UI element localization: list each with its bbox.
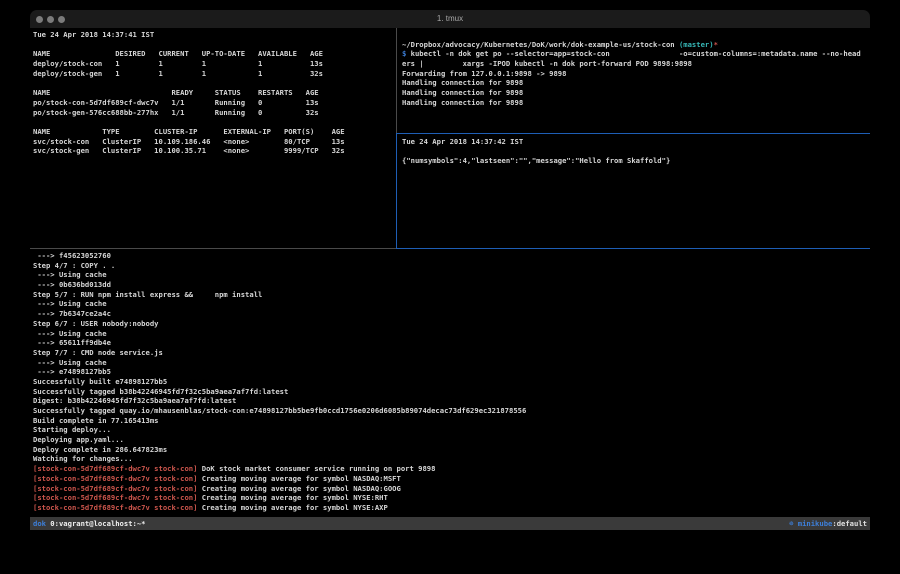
pane-divider-horizontal-active-top: [396, 133, 870, 134]
pane-divider-vertical-active: [396, 133, 397, 249]
terminal-line: ers | xargs -IPOD kubectl -n dok port-fo…: [402, 59, 870, 69]
terminal-line: Starting deploy...: [33, 425, 870, 435]
window-title: 1. tmux: [30, 10, 870, 28]
terminal-line: deploy/stock-con 1 1 1 1 13s: [33, 59, 396, 69]
kube-context: minikube: [798, 519, 833, 528]
kube-namespace: :default: [832, 519, 867, 528]
terminal-line: ---> f45623052760: [33, 251, 870, 261]
terminal-line: ---> Using cache: [33, 299, 870, 309]
pane-port-forward[interactable]: ~/Dropbox/advocacy/Kubernetes/DoK/work/d…: [397, 28, 870, 133]
terminal-line: [stock-con-5d7df689cf-dwc7v stock-con] C…: [33, 493, 870, 503]
pane-kubectl-resources[interactable]: Tue 24 Apr 2018 14:37:41 IST NAME DESIRE…: [30, 28, 396, 248]
terminal-line: deploy/stock-gen 1 1 1 1 32s: [33, 69, 396, 79]
pane-skaffold-log[interactable]: ---> f45623052760Step 4/7 : COPY . . ---…: [30, 249, 870, 517]
terminal-line: po/stock-con-5d7df689cf-dwc7v 1/1 Runnin…: [33, 98, 396, 108]
terminal-line: [stock-con-5d7df689cf-dwc7v stock-con] D…: [33, 464, 870, 474]
tmux-status-bar: dok 0:vagrant@localhost:~* ☸ minikube:de…: [30, 517, 870, 530]
terminal-line: {"numsymbols":4,"lastseen":"","message":…: [402, 156, 870, 166]
terminal-line: po/stock-gen-576cc688bb-277hx 1/1 Runnin…: [33, 108, 396, 118]
terminal-line: Successfully tagged quay.io/mhausenblas/…: [33, 406, 870, 416]
terminal-line: [stock-con-5d7df689cf-dwc7v stock-con] C…: [33, 474, 870, 484]
terminal-line: Handling connection for 9898: [402, 78, 870, 88]
terminal-line: Step 4/7 : COPY . .: [33, 261, 870, 271]
status-left: dok 0:vagrant@localhost:~*: [33, 517, 150, 530]
terminal-line: Handling connection for 9898: [402, 98, 870, 108]
pane-service-watch[interactable]: Tue 24 Apr 2018 14:37:42 IST {"numsymbol…: [397, 134, 870, 248]
pane-kubectl-resources-text: Tue 24 Apr 2018 14:37:41 IST NAME DESIRE…: [30, 28, 396, 156]
terminal-line: [33, 78, 396, 88]
pane-divider-horizontal-inactive: [30, 248, 396, 249]
terminal-line: Watching for changes...: [33, 454, 870, 464]
terminal-line: Digest: b38b42246945fd7f32c5ba9aea7af7fd…: [33, 396, 870, 406]
terminal-line: Build complete in 77.165413ms: [33, 416, 870, 426]
terminal-line: svc/stock-con ClusterIP 10.109.186.46 <n…: [33, 137, 396, 147]
terminal-line: [402, 147, 870, 157]
window-tab[interactable]: 0:vagrant@localhost:~*: [46, 519, 150, 528]
status-right: ☸ minikube:default: [789, 517, 867, 530]
terminal-line: [402, 30, 870, 40]
pane-skaffold-log-text: ---> f45623052760Step 4/7 : COPY . . ---…: [30, 249, 870, 513]
terminal-line: Handling connection for 9898: [402, 88, 870, 98]
terminal-line: NAME TYPE CLUSTER-IP EXTERNAL-IP PORT(S)…: [33, 127, 396, 137]
terminal-line: Forwarding from 127.0.0.1:9898 -> 9898: [402, 69, 870, 79]
terminal-line: ---> e74898127bb5: [33, 367, 870, 377]
terminal-line: Tue 24 Apr 2018 14:37:42 IST: [402, 137, 870, 147]
terminal-line: Deploying app.yaml...: [33, 435, 870, 445]
kubernetes-helm-icon: ☸: [789, 519, 798, 528]
window-titlebar[interactable]: 1. tmux: [30, 10, 870, 29]
terminal-line: ---> Using cache: [33, 358, 870, 368]
terminal-line: $ kubectl -n dok get po --selector=app=s…: [402, 49, 870, 59]
pane-port-forward-text: ~/Dropbox/advocacy/Kubernetes/DoK/work/d…: [397, 28, 870, 108]
terminal-window: 1. tmux Tue 24 Apr 2018 14:37:41 IST NAM…: [30, 10, 870, 545]
terminal-line: ---> 7b6347ce2a4c: [33, 309, 870, 319]
terminal-line: [33, 40, 396, 50]
terminal-line: Step 7/7 : CMD node service.js: [33, 348, 870, 358]
terminal-line: [stock-con-5d7df689cf-dwc7v stock-con] C…: [33, 484, 870, 494]
terminal-line: ---> 0b636bd013dd: [33, 280, 870, 290]
terminal-line: ---> Using cache: [33, 329, 870, 339]
terminal-line: Step 6/7 : USER nobody:nobody: [33, 319, 870, 329]
screenshot-canvas: 1. tmux Tue 24 Apr 2018 14:37:41 IST NAM…: [0, 0, 900, 574]
terminal-line: ---> 65611ff9db4e: [33, 338, 870, 348]
terminal-line: [stock-con-5d7df689cf-dwc7v stock-con] C…: [33, 503, 870, 513]
pane-divider-vertical-inactive: [396, 28, 397, 133]
terminal-line: Successfully tagged b38b42246945fd7f32c5…: [33, 387, 870, 397]
terminal-line: Successfully built e74898127bb5: [33, 377, 870, 387]
terminal-line: ~/Dropbox/advocacy/Kubernetes/DoK/work/d…: [402, 40, 870, 50]
terminal-line: [33, 117, 396, 127]
terminal-line: Tue 24 Apr 2018 14:37:41 IST: [33, 30, 396, 40]
terminal-line: NAME DESIRED CURRENT UP-TO-DATE AVAILABL…: [33, 49, 396, 59]
terminal-line: NAME READY STATUS RESTARTS AGE: [33, 88, 396, 98]
terminal-line: svc/stock-gen ClusterIP 10.100.35.71 <no…: [33, 146, 396, 156]
terminal-line: Step 5/7 : RUN npm install express && np…: [33, 290, 870, 300]
terminal-line: ---> Using cache: [33, 270, 870, 280]
terminal-line: Deploy complete in 286.647823ms: [33, 445, 870, 455]
pane-divider-horizontal-active-bottom: [396, 248, 870, 249]
pane-service-watch-text: Tue 24 Apr 2018 14:37:42 IST {"numsymbol…: [397, 134, 870, 166]
session-name: dok: [33, 519, 46, 528]
